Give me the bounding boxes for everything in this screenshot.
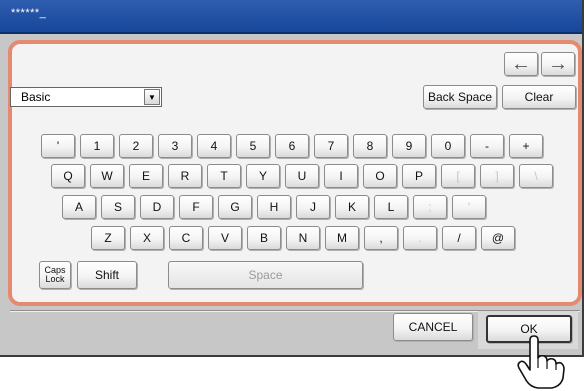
key[interactable]: 4 bbox=[197, 134, 231, 158]
back-space-button[interactable]: Back Space bbox=[423, 85, 497, 109]
key[interactable]: B bbox=[247, 226, 281, 250]
key[interactable]: L bbox=[374, 195, 408, 219]
key[interactable]: P bbox=[402, 164, 436, 188]
key[interactable]: F bbox=[179, 195, 213, 219]
key[interactable]: \ bbox=[519, 164, 553, 188]
key[interactable]: S bbox=[101, 195, 135, 219]
chevron-down-icon[interactable]: ▼ bbox=[144, 89, 160, 105]
key[interactable]: ' bbox=[452, 195, 486, 219]
key[interactable]: M bbox=[325, 226, 359, 250]
key[interactable]: N bbox=[286, 226, 320, 250]
key[interactable]: [ bbox=[441, 164, 475, 188]
arrow-left-icon: ← bbox=[511, 53, 531, 75]
key[interactable]: W bbox=[90, 164, 124, 188]
key[interactable]: / bbox=[442, 226, 476, 250]
key[interactable]: ; bbox=[413, 195, 447, 219]
cursor-left-button[interactable]: ← bbox=[504, 52, 538, 76]
key[interactable]: V bbox=[208, 226, 242, 250]
key[interactable]: G bbox=[218, 195, 252, 219]
mode-select-value: Basic bbox=[21, 90, 51, 104]
input-field[interactable]: ******_ bbox=[0, 0, 582, 34]
key[interactable]: 7 bbox=[314, 134, 348, 158]
key[interactable]: @ bbox=[481, 226, 515, 250]
key[interactable]: ' bbox=[41, 134, 75, 158]
key[interactable]: J bbox=[296, 195, 330, 219]
key[interactable]: C bbox=[169, 226, 203, 250]
key[interactable]: 0 bbox=[431, 134, 465, 158]
shift-key[interactable]: Shift bbox=[77, 261, 137, 289]
key[interactable]: 6 bbox=[275, 134, 309, 158]
key[interactable]: . bbox=[403, 226, 437, 250]
caps-lock-label-line2: Lock bbox=[45, 274, 65, 284]
key[interactable]: U bbox=[285, 164, 319, 188]
key[interactable]: O bbox=[363, 164, 397, 188]
key[interactable]: + bbox=[509, 134, 543, 158]
key[interactable]: 2 bbox=[119, 134, 153, 158]
key[interactable]: I bbox=[324, 164, 358, 188]
key[interactable]: X bbox=[130, 226, 164, 250]
space-key[interactable]: Space bbox=[168, 261, 363, 289]
key[interactable]: ] bbox=[480, 164, 514, 188]
key[interactable]: 5 bbox=[236, 134, 270, 158]
key[interactable]: 1 bbox=[80, 134, 114, 158]
key[interactable]: , bbox=[364, 226, 398, 250]
clear-button[interactable]: Clear bbox=[502, 85, 576, 109]
caps-lock-key[interactable]: Caps Lock bbox=[39, 261, 71, 289]
key[interactable]: 9 bbox=[392, 134, 426, 158]
mode-select[interactable]: Basic ▼ bbox=[10, 87, 162, 107]
key[interactable]: 3 bbox=[158, 134, 192, 158]
key[interactable]: 8 bbox=[353, 134, 387, 158]
key[interactable]: D bbox=[140, 195, 174, 219]
key[interactable]: A bbox=[62, 195, 96, 219]
key[interactable]: H bbox=[257, 195, 291, 219]
arrow-right-icon: → bbox=[548, 53, 568, 75]
key[interactable]: K bbox=[335, 195, 369, 219]
keyboard-screen: ******_ ← → Basic ▼ Back Space Clear ' 1… bbox=[0, 0, 584, 357]
key[interactable]: Y bbox=[246, 164, 280, 188]
key[interactable]: R bbox=[168, 164, 202, 188]
key[interactable]: T bbox=[207, 164, 241, 188]
key[interactable]: - bbox=[470, 134, 504, 158]
cursor-right-button[interactable]: → bbox=[541, 52, 575, 76]
hand-pointer-icon bbox=[517, 335, 565, 389]
cancel-button[interactable]: CANCEL bbox=[393, 313, 473, 341]
key[interactable]: Q bbox=[51, 164, 85, 188]
input-value: ******_ bbox=[11, 7, 47, 19]
key[interactable]: Z bbox=[91, 226, 125, 250]
key[interactable]: E bbox=[129, 164, 163, 188]
